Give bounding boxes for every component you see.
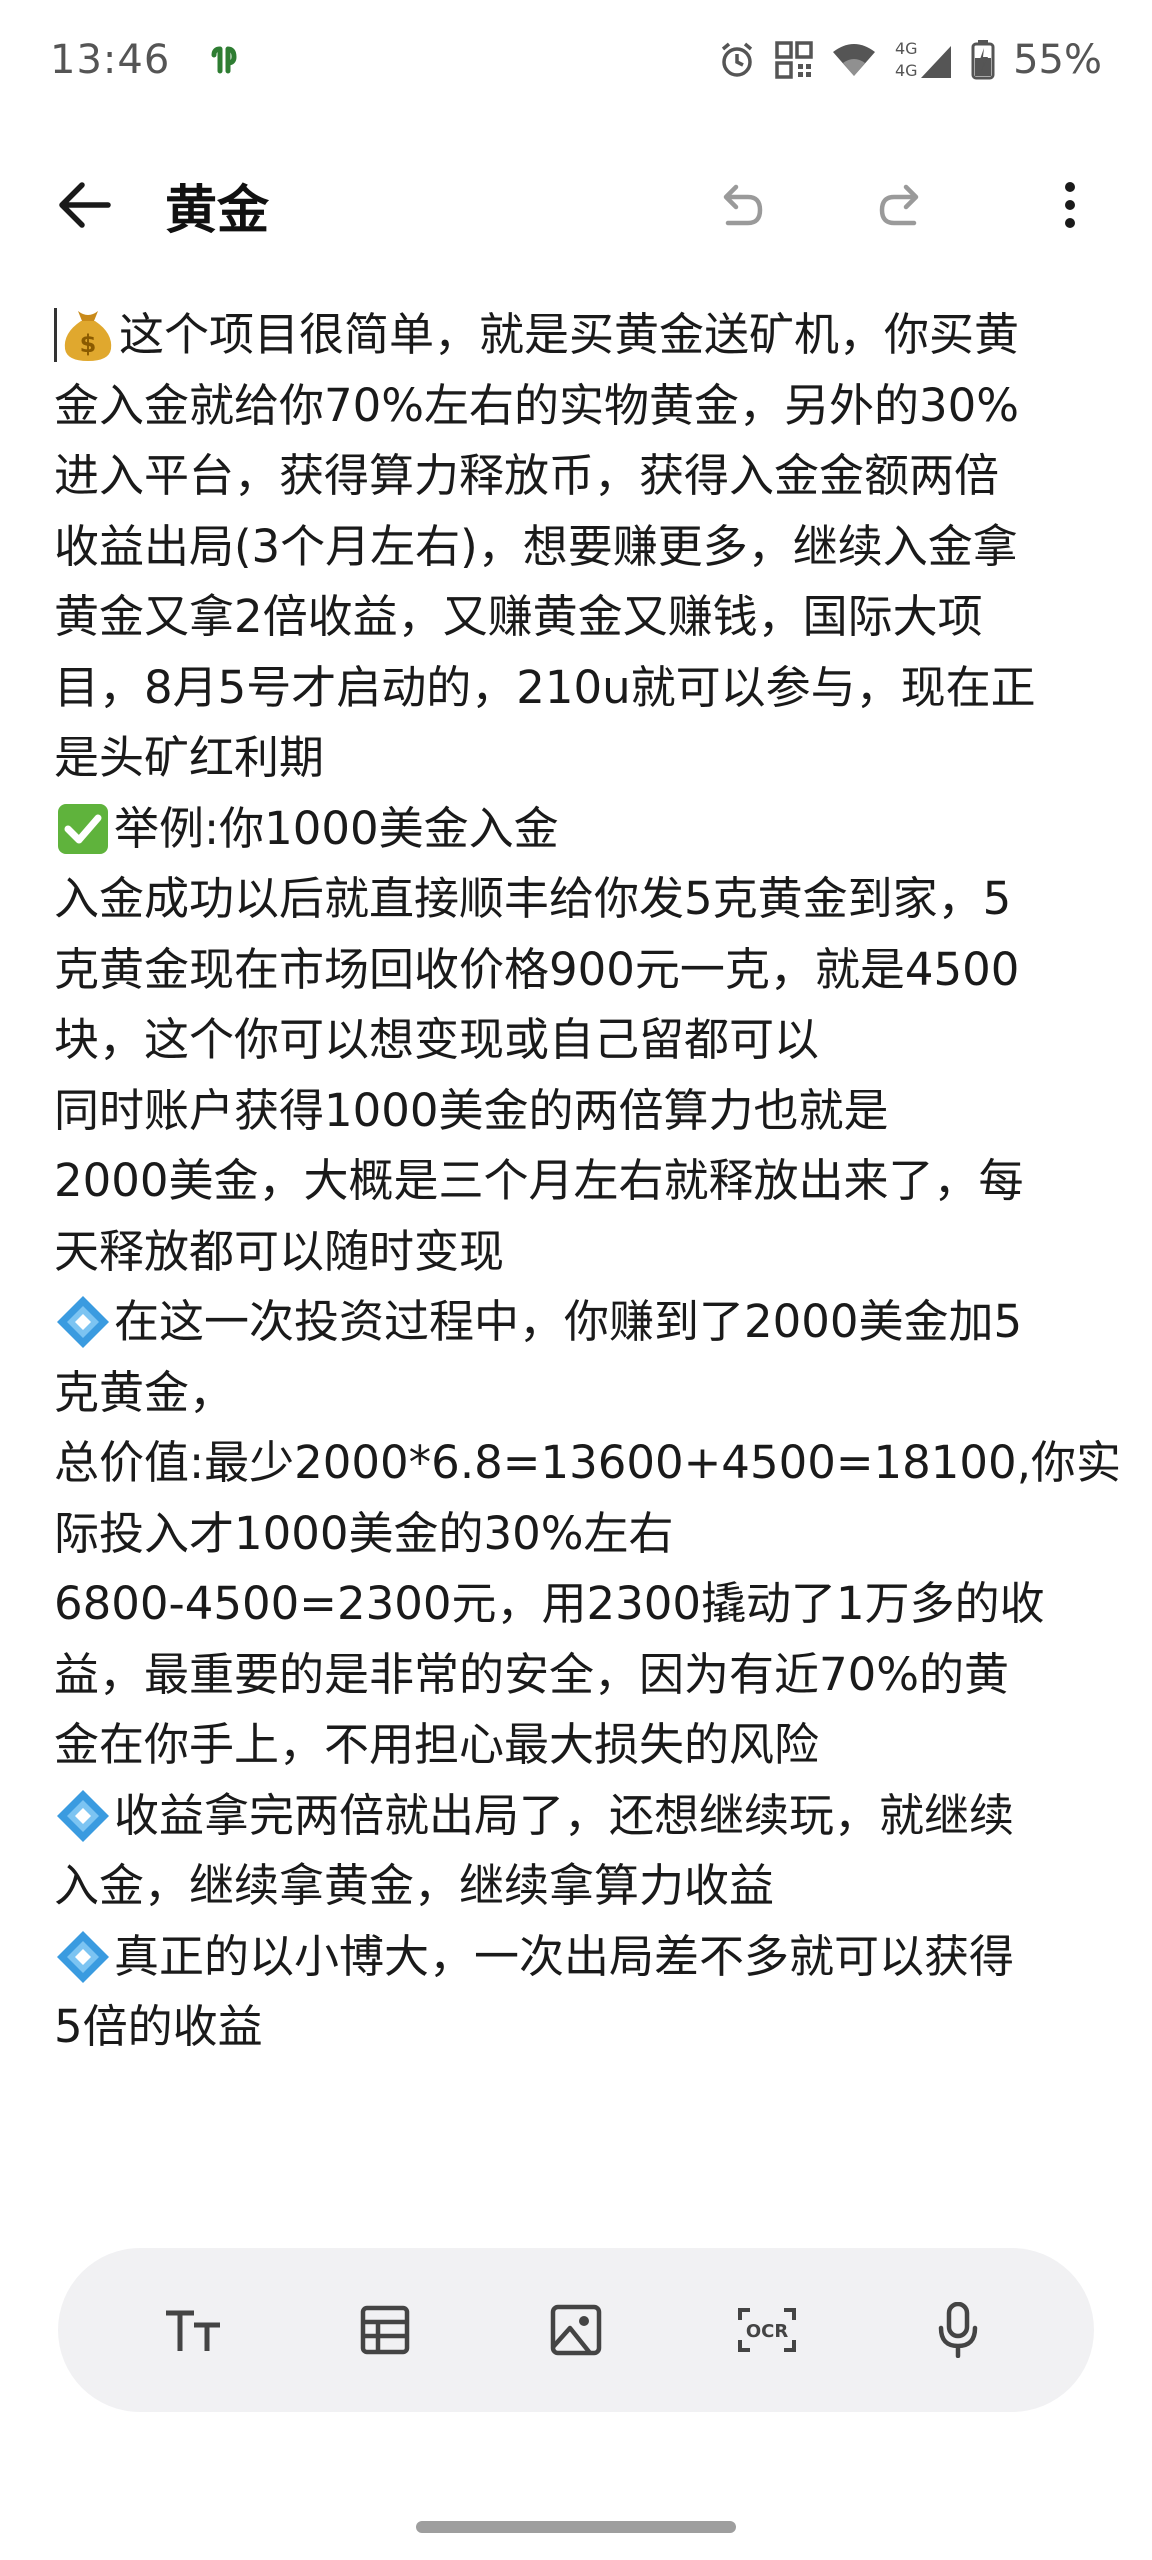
note-text-line: 收益出局(3个月左右)，想要赚更多，继续入金拿	[54, 512, 1114, 583]
note-line-text: 是头矿红利期	[54, 731, 325, 784]
note-text-line: 入金，继续拿黄金，继续拿算力收益	[54, 1851, 1114, 1922]
note-text-line: 真正的以小博大，一次出局差不多就可以获得	[54, 1922, 1114, 1993]
note-text-line: 入金成功以后就直接顺丰给你发5克黄金到家，5	[54, 864, 1114, 935]
format-toolbar: OCR	[58, 2248, 1094, 2412]
note-line-text: 克黄金现在市场回收价格900元一克，就是4500	[54, 942, 1020, 996]
table-icon	[360, 2305, 410, 2355]
qr-icon	[775, 41, 813, 79]
note-text-line: 益，最重要的是非常的安全，因为有近70%的黄	[54, 1640, 1114, 1711]
gesture-nav-handle[interactable]	[416, 2521, 736, 2533]
note-line-text: 天释放都可以随时变现	[54, 1224, 505, 1278]
note-text-line: 5倍的收益	[54, 1992, 1114, 2063]
svg-text:4G: 4G	[895, 61, 918, 80]
voice-input-button[interactable]	[908, 2280, 1008, 2380]
redo-icon	[879, 184, 919, 226]
battery-icon	[971, 40, 995, 80]
note-text-line: 天释放都可以随时变现	[54, 1217, 1114, 1288]
note-line-text: 益，最重要的是非常的安全，因为有近70%的黄	[54, 1647, 1010, 1701]
note-text-line: 2000美金，大概是三个月左右就释放出来了，每	[54, 1146, 1114, 1217]
check-emoji-icon	[54, 800, 112, 858]
note-line-text: 金在你手上，不用担心最大损失的风险	[54, 1718, 820, 1771]
svg-text:$: $	[80, 330, 97, 358]
insert-image-button[interactable]	[526, 2280, 626, 2380]
note-line-text: 总价值:最少2000*6.8=13600+4500=18100,你实	[54, 1436, 1121, 1489]
note-line-text: 真正的以小博大，一次出局差不多就可以获得	[114, 1929, 1015, 1983]
note-text-line: 收益拿完两倍就出局了，还想继续玩，就继续	[54, 1781, 1114, 1852]
note-text-line: 克黄金，	[54, 1358, 1114, 1429]
diamond-emoji-icon	[54, 1787, 112, 1845]
redo-button[interactable]	[862, 165, 942, 245]
note-line-text: 举例:你1000美金入金	[114, 801, 559, 855]
status-time: 13:46	[50, 37, 171, 83]
note-text-line: 块，这个你可以想变现或自己留都可以	[54, 1005, 1114, 1076]
note-line-text: 进入平台，获得算力释放币，获得入金金额两倍	[54, 449, 1000, 502]
note-line-text: 同时账户获得1000美金的两倍算力也就是	[54, 1083, 889, 1137]
note-text-line: 6800-4500=2300元，用2300撬动了1万多的收	[54, 1569, 1114, 1640]
note-line-text: 入金，继续拿黄金，继续拿算力收益	[54, 1859, 775, 1912]
note-line-text: 收益出局(3个月左右)，想要赚更多，继续入金拿	[54, 519, 1018, 573]
note-line-text: 金入金就给你70%左右的实物黄金，另外的30%	[54, 378, 1020, 432]
note-text-line: 金在你手上，不用担心最大损失的风险	[54, 1710, 1114, 1781]
note-text-line: 目，8月5号才启动的，210u就可以参与，现在正	[54, 653, 1114, 724]
note-line-text: 收益拿完两倍就出局了，还想继续玩，就继续	[114, 1788, 1015, 1842]
note-line-text: 这个项目很简单，就是买黄金送矿机，你买黄	[119, 308, 1020, 361]
note-text-line: 在这一次投资过程中，你赚到了2000美金加5	[54, 1287, 1114, 1358]
undo-button[interactable]	[700, 165, 780, 245]
text-cursor	[54, 308, 57, 363]
note-line-text: 块，这个你可以想变现或自己留都可以	[54, 1013, 820, 1066]
alarm-icon	[717, 40, 757, 80]
note-line-text: 克黄金，	[54, 1365, 235, 1419]
ocr-label: OCR	[746, 2321, 789, 2342]
diamond-emoji-icon	[54, 1293, 112, 1351]
back-button[interactable]	[44, 165, 124, 245]
note-text-line: 同时账户获得1000美金的两倍算力也就是	[54, 1076, 1114, 1147]
note-text-line: 际投入才1000美金的30%左右	[54, 1499, 1114, 1570]
note-line-text: 黄金又拿2倍收益，又赚黄金又赚钱，国际大项	[54, 590, 983, 643]
note-line-text: 6800-4500=2300元，用2300撬动了1万多的收	[54, 1577, 1045, 1630]
diamond-emoji-icon	[54, 1928, 112, 1986]
text-format-button[interactable]	[144, 2280, 244, 2380]
battery-percent: 55%	[1013, 37, 1102, 83]
ocr-icon: OCR	[738, 2308, 797, 2352]
note-text-line: 举例:你1000美金入金	[54, 794, 1114, 865]
svg-text:4G: 4G	[895, 39, 918, 58]
app-notification-icon	[210, 45, 240, 75]
note-text-line: 黄金又拿2倍收益，又赚黄金又赚钱，国际大项	[54, 582, 1114, 653]
ocr-button[interactable]: OCR	[717, 2280, 817, 2380]
note-line-text: 2000美金，大概是三个月左右就释放出来了，每	[54, 1154, 1024, 1207]
note-text-line: 总价值:最少2000*6.8=13600+4500=18100,你实	[54, 1428, 1121, 1499]
note-line-text: 入金成功以后就直接顺丰给你发5克黄金到家，5	[54, 872, 1012, 925]
note-text-line: $ 这个项目很简单，就是买黄金送矿机，你买黄	[54, 300, 1114, 371]
undo-icon	[723, 184, 763, 226]
signal-icon: 4G 4G	[895, 38, 953, 82]
note-title[interactable]: 黄金	[165, 168, 269, 243]
note-body[interactable]: $ 这个项目很简单，就是买黄金送矿机，你买黄金入金就给你70%左右的实物黄金，另外…	[54, 300, 1121, 2063]
note-text-line: 进入平台，获得算力释放币，获得入金金额两倍	[54, 441, 1114, 512]
back-arrow-icon	[59, 182, 111, 228]
notes-app-screen: 13:46 4G 4G 55% 黄金 $ 这个项目很简单，就是买黄金送矿机，你买…	[0, 0, 1152, 2560]
image-icon	[550, 2304, 602, 2356]
note-text-line: 是头矿红利期	[54, 723, 1114, 794]
more-vertical-icon	[1065, 182, 1075, 228]
wifi-icon	[831, 42, 877, 78]
money-bag-emoji-icon: $	[59, 306, 117, 364]
note-text-line: 克黄金现在市场回收价格900元一克，就是4500	[54, 935, 1114, 1006]
text-format-icon	[165, 2310, 220, 2351]
note-text-line: 金入金就给你70%左右的实物黄金，另外的30%	[54, 371, 1114, 442]
note-line-text: 在这一次投资过程中，你赚到了2000美金加5	[114, 1295, 1023, 1348]
note-line-text: 际投入才1000美金的30%左右	[54, 1506, 674, 1560]
more-options-button[interactable]	[1030, 165, 1110, 245]
note-toolbar: 黄金	[0, 140, 1152, 270]
microphone-icon	[939, 2302, 978, 2358]
status-icons: 4G 4G 55%	[717, 37, 1102, 83]
table-button[interactable]	[335, 2280, 435, 2380]
status-bar: 13:46 4G 4G 55%	[0, 0, 1152, 120]
note-line-text: 目，8月5号才启动的，210u就可以参与，现在正	[54, 660, 1036, 714]
note-line-text: 5倍的收益	[54, 2000, 263, 2053]
